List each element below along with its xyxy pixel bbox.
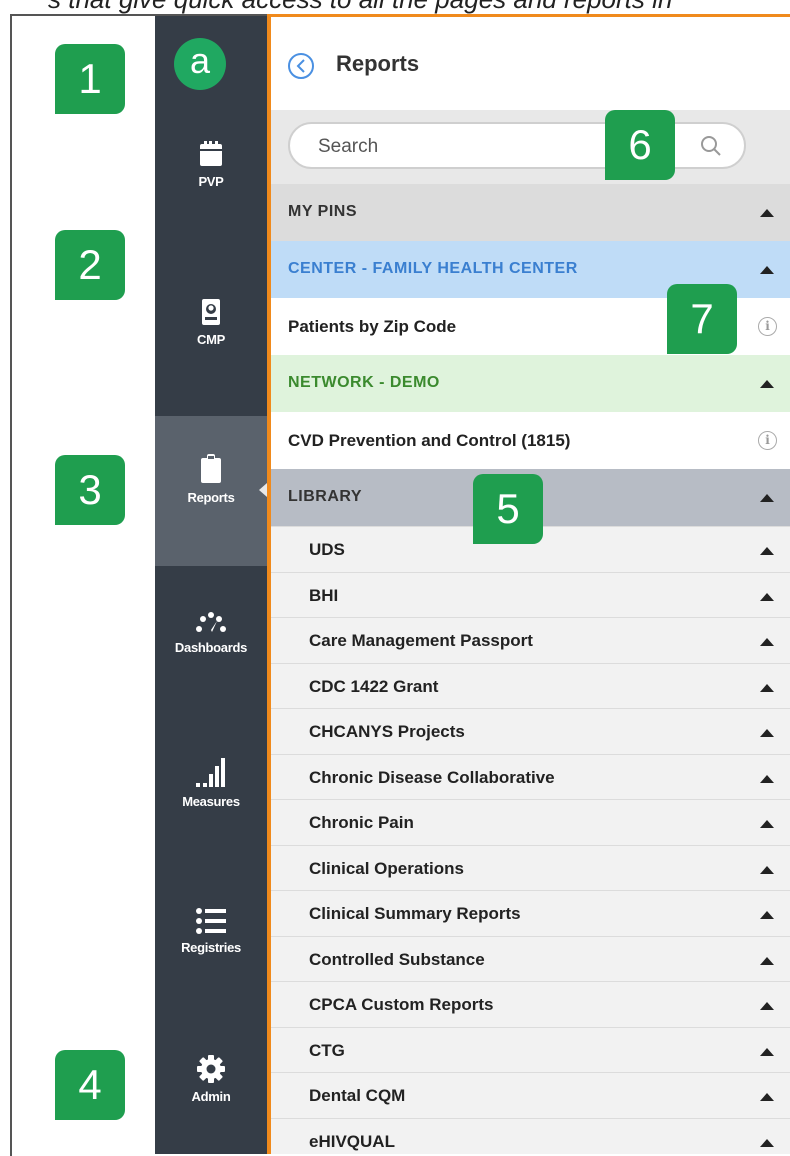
library-item[interactable]: CTG	[271, 1026, 790, 1074]
nav-measures[interactable]: Measures	[155, 758, 267, 828]
collapse-icon[interactable]	[760, 494, 774, 502]
section-network[interactable]: NETWORK - DEMO	[271, 355, 790, 412]
library-item[interactable]: eHIVQUAL	[271, 1117, 790, 1154]
reports-panel: Reports MY PINS CENTER - FAMILY HEALTH C…	[271, 17, 790, 1154]
report-label: Patients by Zip Code	[288, 317, 457, 336]
collapse-icon[interactable]	[760, 1138, 774, 1147]
patient-card-icon	[202, 299, 220, 325]
collapse-icon[interactable]	[760, 380, 774, 388]
nav-label: Registries	[181, 940, 241, 955]
collapse-icon[interactable]	[760, 956, 774, 965]
library-item-label: CDC 1422 Grant	[309, 676, 439, 696]
nav-label: Admin	[191, 1089, 231, 1104]
library-item-label: Chronic Disease Collaborative	[309, 767, 555, 787]
active-pointer	[259, 483, 267, 497]
info-icon[interactable]: i	[758, 431, 777, 450]
collapse-icon[interactable]	[760, 820, 774, 828]
pinned-report-item[interactable]: CVD Prevention and Control (1815) i	[271, 412, 790, 469]
library-item[interactable]: Controlled Substance	[271, 935, 790, 983]
collapse-icon[interactable]	[760, 638, 774, 646]
nav-registries[interactable]: Registries	[155, 908, 267, 978]
clipboard-icon	[201, 454, 221, 483]
nav-label: PVP	[198, 174, 224, 189]
library-item[interactable]: BHI	[271, 571, 790, 619]
chevron-left-icon	[296, 59, 305, 73]
library-item[interactable]: CDC 1422 Grant	[271, 662, 790, 710]
collapse-icon[interactable]	[760, 1093, 774, 1101]
search-input[interactable]	[316, 134, 620, 160]
library-item[interactable]: Dental CQM	[271, 1072, 790, 1119]
library-item[interactable]: CPCA Custom Reports	[271, 981, 790, 1028]
library-item-label: BHI	[309, 585, 339, 605]
section-label: NETWORK - DEMO	[288, 374, 440, 391]
collapse-icon[interactable]	[760, 1002, 774, 1010]
library-item[interactable]: Chronic Disease Collaborative	[271, 753, 790, 801]
collapse-icon[interactable]	[760, 911, 774, 919]
report-label: CVD Prevention and Control (1815)	[288, 431, 571, 450]
section-label: CENTER - FAMILY HEALTH CENTER	[288, 260, 578, 277]
collapse-icon[interactable]	[760, 592, 774, 601]
page-title: Reports	[336, 51, 420, 76]
nav-label: Measures	[182, 794, 240, 809]
collapse-icon[interactable]	[760, 266, 774, 274]
callout-badge: 3	[55, 455, 125, 525]
library-item-label: UDS	[309, 540, 345, 559]
gauge-icon	[196, 612, 226, 632]
logo[interactable]: a	[174, 38, 226, 90]
library-item-label: Controlled Substance	[309, 949, 485, 969]
collapse-icon[interactable]	[760, 1047, 774, 1056]
library-item-label: Care Management Passport	[309, 631, 533, 650]
library-item[interactable]: Chronic Pain	[271, 799, 790, 846]
search-box[interactable]	[288, 122, 746, 169]
nav-reports[interactable]: Reports	[155, 416, 267, 566]
library-item[interactable]: Clinical Summary Reports	[271, 890, 790, 937]
gear-icon	[197, 1055, 225, 1083]
back-button[interactable]	[288, 53, 314, 79]
library-item-label: Chronic Pain	[309, 813, 414, 832]
collapse-icon[interactable]	[760, 865, 774, 874]
nav-pvp[interactable]: PVP	[155, 140, 267, 220]
section-my-pins[interactable]: MY PINS	[271, 184, 790, 241]
collapse-icon[interactable]	[760, 729, 774, 737]
callout-badge: 5	[473, 474, 543, 544]
search-icon[interactable]	[700, 135, 722, 157]
list-icon	[196, 908, 226, 934]
library-item-label: eHIVQUAL	[309, 1131, 395, 1151]
callout-badge: 1	[55, 44, 125, 114]
library-item-label: CHCANYS Projects	[309, 722, 465, 741]
nav-label: CMP	[197, 332, 225, 347]
nav-cmp[interactable]: CMP	[155, 298, 267, 378]
library-item[interactable]: CHCANYS Projects	[271, 708, 790, 755]
collapse-icon[interactable]	[760, 209, 774, 217]
callout-badge: 7	[667, 284, 737, 354]
nav-label: Dashboards	[174, 640, 248, 655]
search-bar	[271, 110, 790, 184]
library-item[interactable]: Clinical Operations	[271, 844, 790, 892]
callout-badge: 4	[55, 1050, 125, 1120]
callout-badge: 6	[605, 110, 675, 180]
library-item-label: Dental CQM	[309, 1086, 406, 1105]
callout-badge: 2	[55, 230, 125, 300]
library-item-label: Clinical Summary Reports	[309, 904, 521, 923]
collapse-icon[interactable]	[760, 774, 774, 783]
section-label: LIBRARY	[288, 488, 363, 505]
library-item-label: CPCA Custom Reports	[309, 995, 494, 1014]
collapse-icon[interactable]	[760, 547, 774, 555]
info-icon[interactable]: i	[758, 317, 777, 336]
nav-label: Reports	[187, 490, 235, 505]
calendar-icon	[200, 141, 222, 166]
nav-dashboards[interactable]: Dashboards	[155, 612, 267, 682]
collapse-icon[interactable]	[760, 683, 774, 692]
nav-admin[interactable]: Admin	[155, 1055, 267, 1125]
section-label: MY PINS	[288, 203, 357, 220]
library-item-label: Clinical Operations	[309, 858, 464, 878]
library-item[interactable]: Care Management Passport	[271, 617, 790, 664]
bars-icon	[196, 758, 225, 787]
library-item-label: CTG	[309, 1040, 345, 1060]
panel-header: Reports	[271, 17, 790, 110]
